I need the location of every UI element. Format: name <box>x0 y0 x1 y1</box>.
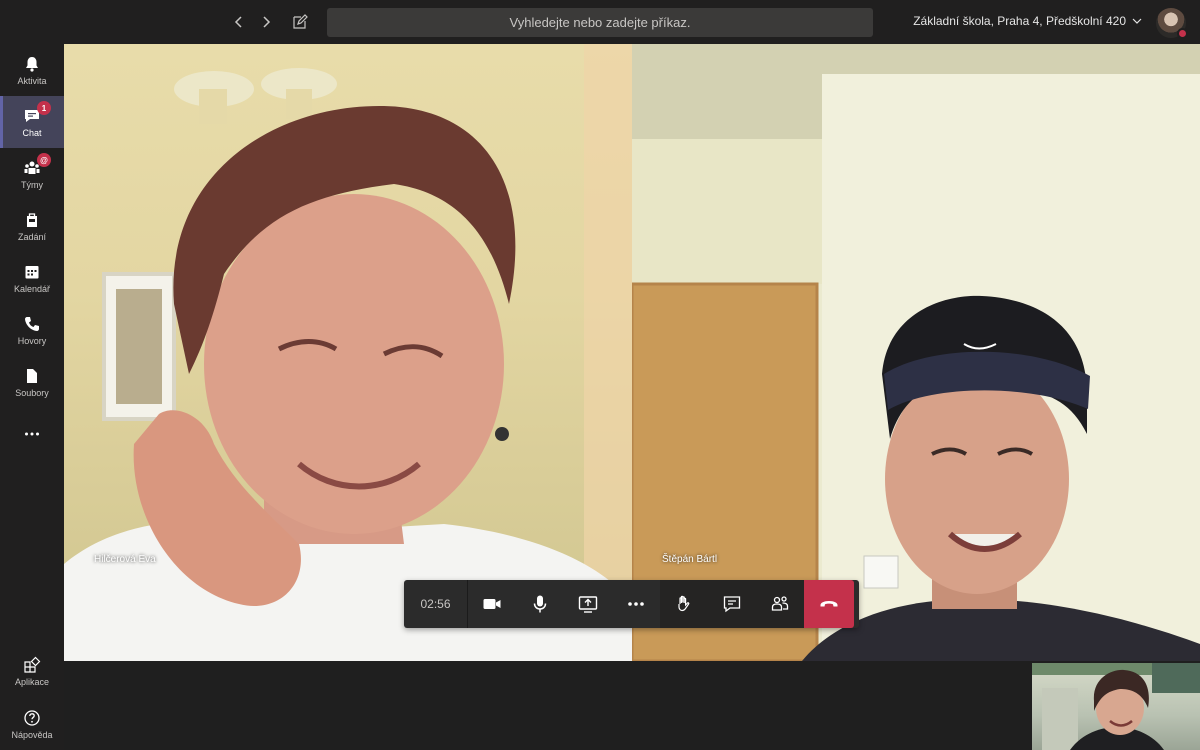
top-bar: Vyhledejte nebo zadejte příkaz. Základní… <box>0 0 1200 44</box>
self-preview-video[interactable] <box>1032 663 1200 750</box>
bell-icon <box>26 56 38 72</box>
camera-toggle-button[interactable] <box>468 580 516 628</box>
rail-label: Nápověda <box>11 729 53 740</box>
mention-badge: @ <box>37 153 51 167</box>
show-participants-button[interactable] <box>756 580 804 628</box>
share-screen-button[interactable] <box>564 580 612 628</box>
rail-item-activity[interactable]: Aktivita <box>0 44 64 96</box>
rail-item-assignments[interactable]: Zadání <box>0 200 64 252</box>
back-button[interactable] <box>229 12 249 32</box>
raise-hand-icon <box>678 595 690 612</box>
chevron-down-icon <box>1132 18 1142 24</box>
self-preview-image <box>1032 663 1200 750</box>
apps-icon <box>24 656 41 673</box>
hang-up-button[interactable] <box>804 580 854 628</box>
microphone-icon <box>533 595 547 613</box>
rail-label: Aktivita <box>17 75 47 86</box>
participant-video-tile[interactable]: Hilčerová Eva <box>64 44 632 661</box>
participant-name: Hilčerová Eva <box>94 554 156 565</box>
file-icon <box>27 368 37 383</box>
rail-item-help[interactable]: Nápověda <box>0 698 64 750</box>
show-conversation-button[interactable] <box>708 580 756 628</box>
help-icon <box>24 709 40 726</box>
calendar-icon <box>25 265 39 278</box>
search-input[interactable]: Vyhledejte nebo zadejte příkaz. <box>327 8 873 37</box>
call-control-bar: 02:56 <box>404 580 859 628</box>
rail-item-more[interactable] <box>0 408 64 460</box>
rail-label: Hovory <box>17 335 47 346</box>
participant-video-image <box>64 44 632 661</box>
bottom-strip <box>64 661 1200 750</box>
video-stage: Hilčerová Eva Štěpán Bártl <box>64 44 1200 661</box>
rail-item-teams[interactable]: Týmy @ <box>0 148 64 200</box>
microphone-toggle-button[interactable] <box>516 580 564 628</box>
more-actions-button[interactable] <box>612 580 660 628</box>
rail-label: Týmy <box>21 179 43 190</box>
organization-switcher[interactable]: Základní škola, Praha 4, Předškolní 420 <box>913 14 1142 28</box>
phone-icon <box>25 316 39 331</box>
rail-item-files[interactable]: Soubory <box>0 356 64 408</box>
raise-hand-button[interactable] <box>660 580 708 628</box>
participant-name: Štěpán Bártl <box>662 554 718 565</box>
secondary-controls-group <box>660 580 804 628</box>
rail-item-chat[interactable]: Chat 1 <box>0 96 64 148</box>
chevron-left-icon <box>234 16 242 28</box>
conversation-icon <box>723 596 741 613</box>
rail-item-apps[interactable]: Aplikace <box>0 645 64 697</box>
rail-label: Aplikace <box>14 676 50 687</box>
compose-icon <box>293 14 308 29</box>
rail-label: Chat <box>22 127 42 138</box>
organization-name: Základní škola, Praha 4, Předškolní 420 <box>913 14 1126 28</box>
call-timer: 02:56 <box>404 580 468 628</box>
search-placeholder: Vyhledejte nebo zadejte příkaz. <box>509 15 691 30</box>
participants-icon <box>771 596 789 611</box>
rail-item-calls[interactable]: Hovory <box>0 304 64 356</box>
app-rail: Aktivita Chat 1 Týmy @ Zadání Kalendář H… <box>0 44 64 750</box>
rail-label: Kalendář <box>13 283 51 294</box>
forward-button[interactable] <box>256 12 276 32</box>
teams-window: Vyhledejte nebo zadejte příkaz. Základní… <box>0 0 1200 750</box>
participant-video-tile[interactable]: Štěpán Bártl <box>632 44 1200 661</box>
hang-up-icon <box>820 601 838 607</box>
assignments-icon <box>27 212 37 227</box>
chevron-right-icon <box>263 16 271 28</box>
rail-label: Soubory <box>15 387 49 398</box>
rail-item-calendar[interactable]: Kalendář <box>0 252 64 304</box>
share-screen-icon <box>578 596 598 613</box>
presence-status-indicator <box>1177 28 1188 39</box>
video-camera-icon <box>483 599 501 609</box>
participant-video-image <box>632 44 1200 661</box>
new-chat-button[interactable] <box>290 12 310 32</box>
rail-label: Zadání <box>17 231 47 242</box>
more-icon <box>25 432 39 436</box>
unread-badge: 1 <box>37 101 51 115</box>
more-icon <box>628 602 644 606</box>
